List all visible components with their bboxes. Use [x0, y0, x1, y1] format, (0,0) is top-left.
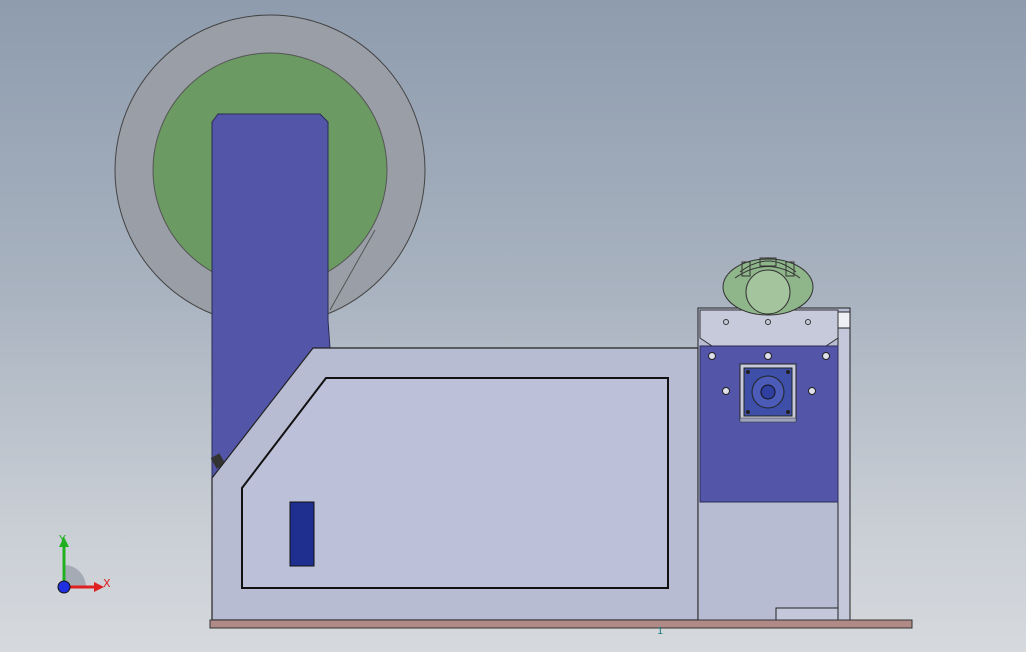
axis-y-label: Y [59, 533, 66, 546]
origin-marker: 1 [657, 626, 664, 637]
frame-cap[interactable] [837, 311, 851, 329]
base-plate[interactable] [209, 619, 913, 629]
axis-triad-icon [57, 537, 104, 594]
viewing-window[interactable] [289, 501, 315, 567]
gear-motor-icon[interactable] [722, 257, 814, 316]
cad-viewport[interactable]: Y X 1 [0, 0, 1026, 652]
frame-foot[interactable] [775, 607, 839, 621]
machine-model[interactable] [0, 0, 1026, 652]
servo-motor-icon[interactable] [739, 363, 797, 423]
frame-post[interactable] [837, 311, 851, 621]
axis-x-label: X [103, 577, 111, 590]
